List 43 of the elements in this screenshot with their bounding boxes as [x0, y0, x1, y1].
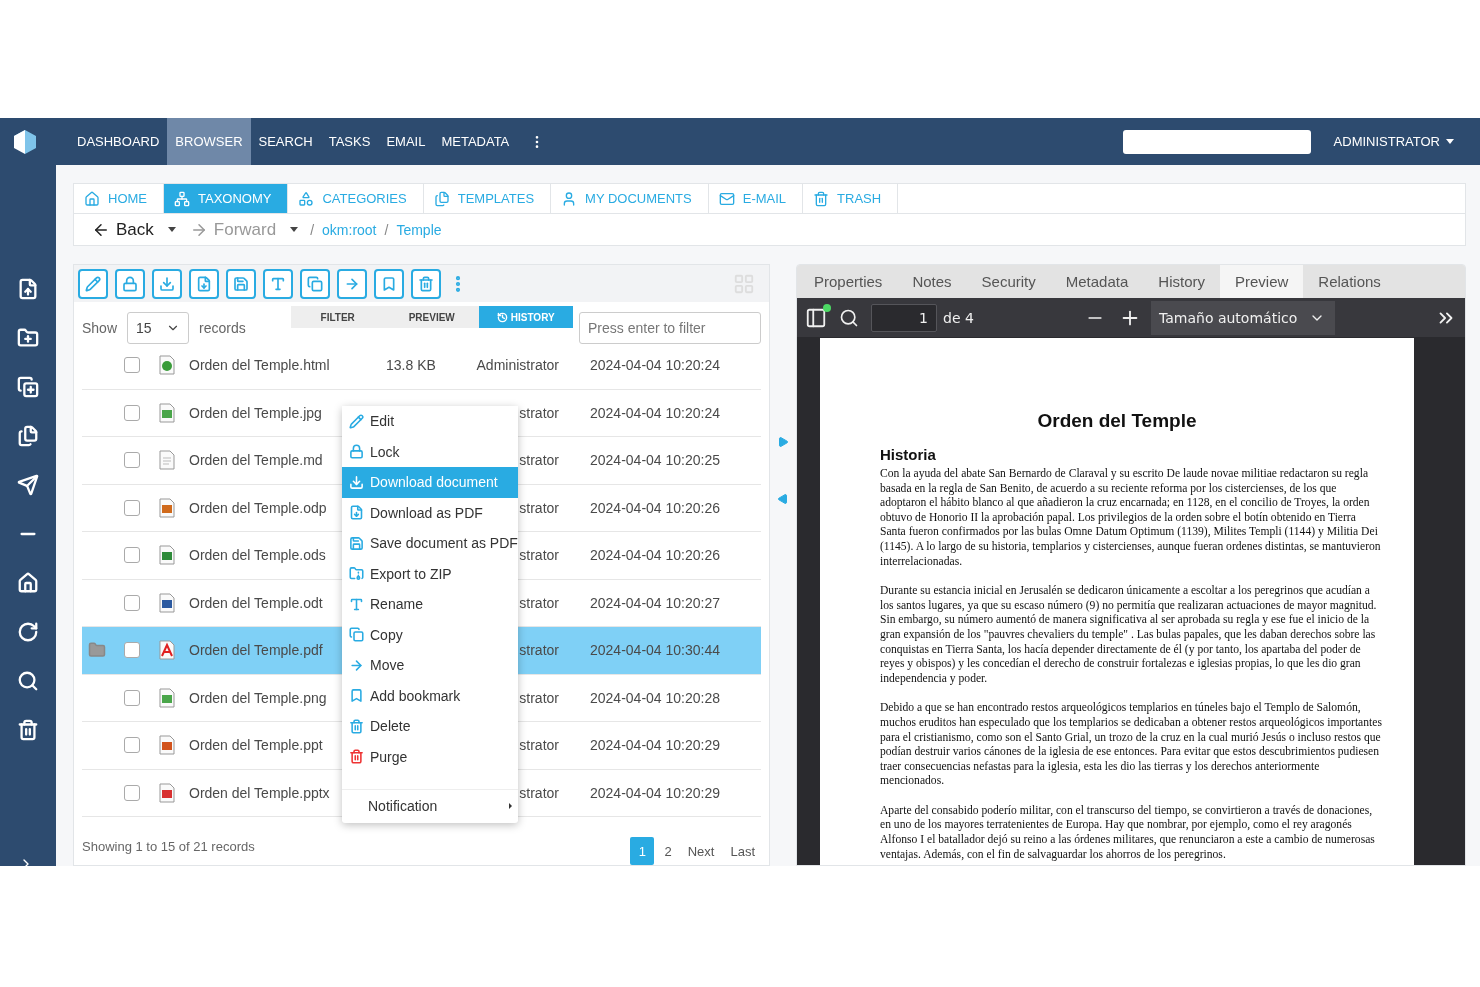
author-cell: strator	[519, 499, 559, 516]
records-label: records	[199, 320, 246, 336]
page-count: de 4	[943, 309, 974, 326]
path-separator: /	[310, 221, 315, 238]
author-cell: strator	[519, 784, 559, 801]
file-name: Orden del Temple.ods	[189, 547, 326, 564]
author-cell: strator	[519, 689, 559, 706]
author-cell: strator	[519, 737, 559, 754]
file-name: Orden del Temple.jpg	[189, 404, 322, 421]
author-cell: strator	[519, 452, 559, 469]
date-cell: 2024-04-04 10:20:29	[590, 784, 720, 801]
date-cell: 2024-04-04 10:20:28	[590, 689, 720, 706]
path-separator: /	[384, 221, 389, 238]
file-name: Orden del Temple.ppt	[189, 737, 323, 754]
author-cell: strator	[519, 547, 559, 564]
file-name: Orden del Temple.html	[189, 357, 330, 374]
paragraph: Durante su estancia inicial en Jerusalén se dedicaron únicamente a escoltar a los peregrinos que acudían a los santos lugares, ya que su escaso número (9) no permitía que realizaran actuaciones de mayor magnitud. Sin embargo, su número aumentó de manera significativa al ser aprobada su regla y ese fue el inicio de la gran expansión de los "pauvres chevaliers du temple" . Las bulas papales, que les daban derechos sobre las conquistas en Tierra Santa, los hacía depender directamente de él (y por tanto, los apartaba del poder de reyes y obispos) y les concedían el derecho de construir fortalezas e iglesias propias, lo que les dio gran independencia y poder.	[880, 584, 1378, 687]
file-name: Orden del Temple.pptx	[189, 784, 330, 801]
file-name: Orden del Temple.pdf	[189, 642, 323, 659]
date-cell: 2024-04-04 10:20:24	[590, 404, 720, 421]
date-cell: 2024-04-04 10:20:26	[590, 499, 720, 516]
records-summary: Showing 1 to 15 of 21 records	[82, 838, 255, 854]
author-cell: strator	[519, 642, 559, 659]
author-cell: strator	[519, 404, 559, 421]
show-label: Show	[82, 320, 118, 336]
document-title: Orden del Temple	[1036, 410, 1198, 432]
paragraph: Debido a que se han encontrado restos arqueológicos templarios en túneles bajo el Templo de Salomón, muchos eruditos han especulado que los templarios se dedicaban a obtener restos arqueológicos importantes para el cristianismo, como son el Santo Grial, un trozo de la cruz en la cual murió Jesús o incluso restos que podían destruir varios cánones de la iglesia de ese entonces. Para evitar que estos descubrimientos pudiesen traer consecuencias nefastas para la iglesia, esta les dio las tierras y los derechos anteriormente mencionados.	[880, 701, 1383, 789]
author-cell: strator	[519, 594, 559, 611]
section-heading: Historia	[880, 446, 937, 463]
file-name: Orden del Temple.png	[189, 689, 327, 706]
date-cell: 2024-04-04 10:20:24	[590, 357, 720, 374]
date-cell: 2024-04-04 10:30:44	[590, 642, 720, 659]
file-name: Orden del Temple.md	[189, 452, 323, 469]
paragraph: Aparte del consabido poderío militar, con el transcurso del tiempo, se convirtieron a través de donaciones, en uno de los mayores terratenientes de Europa. Hay que nombrar, por ejemplo, como el rey aragonés Alfonso I el batallador dejó su reino a las órdenes militares, que renunciaron a este a cambio de numerosas ventajas. Además, con el fin de salvaguardar los ahorros de los peregrinos.	[880, 803, 1376, 863]
date-cell: 2024-04-04 10:20:25	[590, 452, 720, 469]
date-cell: 2024-04-04 10:20:27	[590, 594, 720, 611]
date-cell: 2024-04-04 10:20:29	[590, 737, 720, 754]
date-cell: 2024-04-04 10:20:26	[590, 547, 720, 564]
author-cell: Administrator	[476, 357, 559, 374]
paragraph: Con la ayuda del abate San Bernardo de Claraval y su escrito De laude novae militiae redactaron su regla basada en la regla de San Benito, de acuerdo a su reciente reforma por los cistercienses, de los que adoptaron el hábito blanco al que añadieron la cruz encarnada; en 1128, en el concilio de Troyes, la orden obtuvo de Honorio II la aprobación papal. Los privilegios de la orden sobre el botín obtenido en Tierra Santa fueron confirmados por las bulas Omne Datum Optimum (1139), Milites Templi (1144) y Militia Dei (1145). A lo largo de su historia, templarios y cistercienses, aunque fueran ordenes distintas, se mantuvieron interrelacionadas.	[880, 467, 1382, 570]
file-name: Orden del Temple.odp	[189, 499, 327, 516]
file-name: Orden del Temple.odt	[189, 594, 323, 611]
file-size: 13.8 KB	[386, 357, 436, 374]
